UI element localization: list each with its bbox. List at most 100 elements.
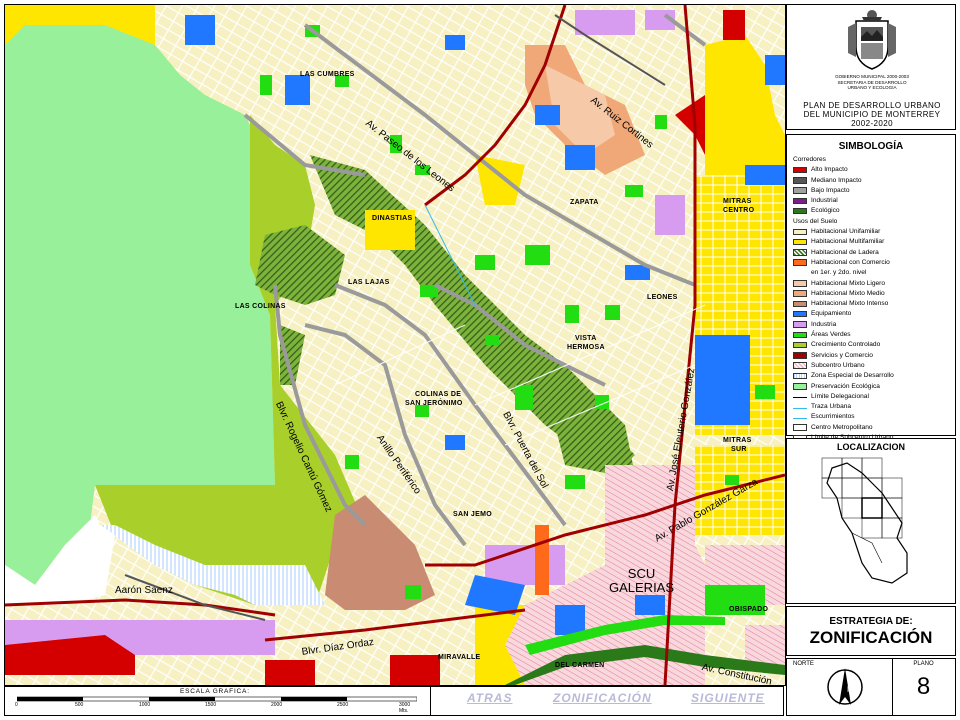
place-label-las-lajas: LAS LAJAS bbox=[348, 279, 390, 286]
legend-swatch bbox=[793, 341, 807, 349]
scale-tick: 1500 bbox=[205, 702, 217, 708]
legend-label: Mediano Impacto bbox=[811, 176, 862, 184]
plano-number: 8 bbox=[916, 673, 931, 700]
district-label-scu: SCU GALERIAS bbox=[609, 567, 674, 595]
legend-label: Habitacional con Comercio bbox=[811, 258, 890, 266]
legend-swatch bbox=[793, 372, 807, 380]
nav-current-link[interactable]: ZONIFICACIÓN bbox=[553, 691, 652, 705]
plan-years: 2002-2020 bbox=[851, 119, 893, 128]
place-label-dinastias: DINASTIAS bbox=[372, 215, 413, 222]
legend-label: Crecimiento Controlado bbox=[811, 341, 881, 349]
plan-line-2: DEL MUNICIPIO DE MONTERREY bbox=[803, 110, 941, 119]
side-panel: GOBIERNO MUNICIPAL 2000-2003 SECRETARIA … bbox=[786, 4, 956, 716]
bottom-bar: ESCALA GRAFICA: 0 500 1000 1500 2000 250… bbox=[4, 686, 784, 716]
road-label-aaron-saenz: Aarón Saenz bbox=[115, 585, 173, 596]
header-box: GOBIERNO MUNICIPAL 2000-2003 SECRETARIA … bbox=[786, 4, 956, 130]
location-map bbox=[821, 457, 908, 584]
legend-swatch bbox=[793, 187, 807, 194]
legend-item: Habitacional de Ladera bbox=[787, 248, 955, 258]
legend-label: en 1er. y 2do. nivel bbox=[811, 269, 867, 277]
legend-item: Zona Especial de Desarrollo bbox=[787, 371, 955, 381]
legend-item: Límite Delegacional bbox=[787, 392, 955, 402]
legend-swatch bbox=[793, 362, 807, 369]
legend-item: Centro Metropolitano bbox=[787, 423, 955, 433]
legend-uses-header: Usos del Suelo bbox=[793, 217, 838, 225]
legend-swatch bbox=[793, 331, 807, 339]
scale-tick: 1000 bbox=[139, 702, 151, 708]
legend-label: Zona Especial de Desarrollo bbox=[811, 372, 894, 380]
legend-item: Escurrimientos bbox=[787, 412, 955, 422]
legend-swatch bbox=[793, 383, 807, 390]
district-galerias: GALERIAS bbox=[609, 580, 675, 595]
place-label-las-cumbres: LAS CUMBRES bbox=[300, 71, 355, 78]
legend-box: SIMBOLOGÍA Corredores Alto Impacto Median… bbox=[786, 134, 956, 442]
place-label-mitras: MITRAS bbox=[723, 198, 752, 205]
plan-line-1: PLAN DE DESARROLLO URBANO bbox=[803, 101, 941, 110]
legend-swatch bbox=[793, 166, 807, 174]
plano-section: PLANO 8 bbox=[892, 659, 955, 715]
agency-line-3: URBANO Y ECOLOGIA bbox=[847, 85, 897, 90]
north-arrow-icon: N bbox=[827, 668, 863, 705]
nav-back-link[interactable]: ATRAS bbox=[467, 691, 512, 705]
scale-title: ESCALA GRAFICA: bbox=[180, 688, 250, 695]
north-label: NORTE bbox=[793, 661, 814, 667]
scale-tick: 0 bbox=[15, 702, 18, 708]
place-label-mitras-sur: MITRAS bbox=[723, 437, 752, 444]
legend-label: Servicios y Comercio bbox=[811, 351, 873, 359]
legend-item: en 1er. y 2do. nivel bbox=[787, 268, 955, 278]
legend-label: Habitacional Unifamiliar bbox=[811, 228, 881, 236]
zoning-map[interactable]: LAS CUMBRES ZAPATA DINASTIAS LAS LAJAS L… bbox=[4, 4, 786, 686]
legend-label: Áreas Verdes bbox=[811, 331, 851, 339]
legend-item: Equipamiento bbox=[787, 309, 955, 319]
strategy-title: ZONIFICACIÓN bbox=[809, 628, 933, 647]
legend-item: Habitacional Multifamiliar bbox=[787, 237, 955, 247]
legend-swatch bbox=[793, 238, 807, 246]
location-title: LOCALIZACION bbox=[837, 442, 905, 452]
legend-swatch bbox=[793, 424, 807, 431]
legend-label: Ecológico bbox=[811, 207, 840, 215]
legend-label: Equipamiento bbox=[811, 310, 852, 318]
legend-item: Habitacional con Comercio bbox=[787, 258, 955, 268]
legend-title: SIMBOLOGÍA bbox=[838, 141, 904, 152]
legend-swatch bbox=[793, 352, 807, 359]
legend-swatch bbox=[793, 177, 807, 184]
legend-item: Habitacional Mixto Medio bbox=[787, 289, 955, 299]
legend-item: Habitacional Mixto Intenso bbox=[787, 299, 955, 309]
place-label-zapata: ZAPATA bbox=[570, 199, 599, 206]
legend-item: Mediano Impacto bbox=[787, 176, 955, 186]
legend-swatch bbox=[793, 207, 807, 215]
legend-label: Industrial bbox=[811, 197, 838, 205]
legend-swatch bbox=[793, 310, 807, 318]
legend-item: Preservación Ecológica bbox=[787, 382, 955, 392]
legend-label: Habitacional Mixto Medio bbox=[811, 289, 885, 297]
legend-item: Áreas Verdes bbox=[787, 330, 955, 340]
legend-swatch bbox=[793, 300, 807, 308]
legend-item: Subcentro Urbano bbox=[787, 361, 955, 371]
legend-swatch bbox=[793, 393, 807, 399]
legend-item: Traza Urbana bbox=[787, 402, 955, 412]
place-label-obispado: OBISPADO bbox=[729, 606, 769, 613]
plano-label: PLANO bbox=[913, 661, 934, 667]
legend-item: Industrial bbox=[787, 196, 955, 206]
nav-next-link[interactable]: SIGUIENTE bbox=[691, 691, 765, 705]
legend-swatch bbox=[793, 259, 807, 266]
place-label-centro: CENTRO bbox=[723, 207, 755, 214]
scale-tick: 2500 bbox=[337, 702, 349, 708]
legend-corridors-header: Corredores bbox=[793, 156, 826, 163]
legend-swatch bbox=[793, 414, 807, 419]
legend-item: Bajo Impacto bbox=[787, 186, 955, 196]
legend-uses-list: Habitacional Unifamiliar Habitacional Mul… bbox=[787, 227, 955, 443]
place-label-sur: SUR bbox=[731, 446, 747, 453]
legend-label: Habitacional Mixto Ligero bbox=[811, 279, 886, 287]
scale-tick: 2000 bbox=[271, 702, 283, 708]
place-label-leones: LEONES bbox=[647, 294, 678, 301]
legend-swatch bbox=[793, 249, 807, 256]
district-scu: SCU bbox=[627, 566, 656, 581]
legend-corridors-list: Alto Impacto Mediano Impacto Bajo Impacto I… bbox=[787, 165, 955, 216]
legend-label: Subcentro Urbano bbox=[811, 361, 865, 369]
place-label-vista: VISTA bbox=[575, 335, 597, 342]
scale-bar: ESCALA GRAFICA: 0 500 1000 1500 2000 250… bbox=[5, 687, 431, 715]
legend-swatch bbox=[793, 197, 807, 205]
coat-of-arms-logo bbox=[848, 10, 896, 70]
legend-swatch bbox=[793, 321, 807, 328]
